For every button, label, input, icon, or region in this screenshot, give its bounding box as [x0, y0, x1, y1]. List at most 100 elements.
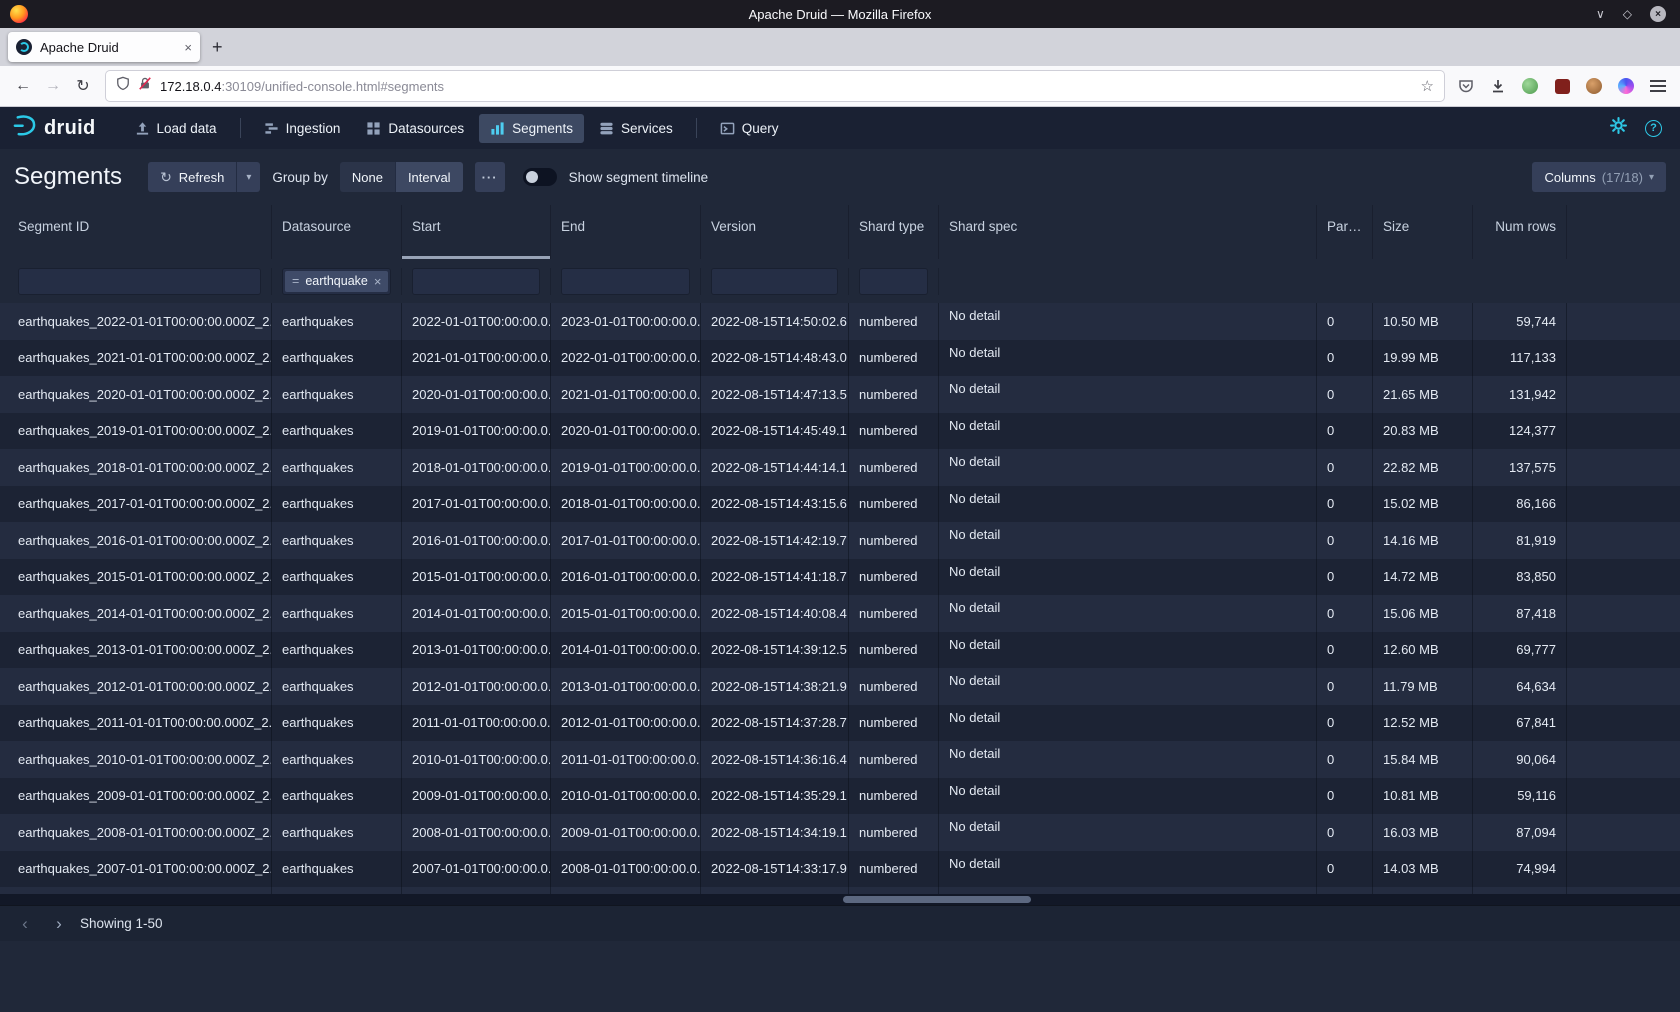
group-by-none-button[interactable]: None	[340, 162, 395, 192]
table-row[interactable]: earthquakes_2011-01-01T00:00:00.000Z_2..…	[0, 705, 1680, 742]
nav-segments[interactable]: Segments	[479, 114, 584, 143]
cell-shard_spec: No detail	[939, 303, 1317, 340]
refresh-dropdown-button[interactable]: ▾	[236, 162, 260, 192]
cell-partition: 0	[1317, 340, 1373, 377]
nav-datasources[interactable]: Datasources	[355, 114, 475, 143]
table-row[interactable]: earthquakes_2008-01-01T00:00:00.000Z_2..…	[0, 814, 1680, 851]
restore-icon[interactable]: ◇	[1623, 8, 1632, 20]
cell-id: earthquakes_2020-01-01T00:00:00.000Z_2..…	[0, 376, 272, 413]
pocket-save-icon[interactable]	[1452, 72, 1480, 100]
table-row[interactable]: earthquakes_2016-01-01T00:00:00.000Z_2..…	[0, 522, 1680, 559]
end-filter-input[interactable]	[561, 268, 690, 295]
filter-cell	[402, 268, 551, 295]
table-row[interactable]: earthquakes_2010-01-01T00:00:00.000Z_2..…	[0, 741, 1680, 778]
reload-button[interactable]: ↻	[68, 71, 98, 101]
version-filter-input[interactable]	[711, 268, 838, 295]
table-row[interactable]: earthquakes_2019-01-01T00:00:00.000Z_2..…	[0, 413, 1680, 450]
col-header-version[interactable]: Version	[701, 205, 849, 259]
extension-icon-1[interactable]	[1516, 72, 1544, 100]
table-row[interactable]: earthquakes_2017-01-01T00:00:00.000Z_2..…	[0, 486, 1680, 523]
new-tab-button[interactable]: +	[212, 37, 223, 58]
table-row[interactable]: earthquakes_2006-01-01T00:00:00.000Z_2..…	[0, 887, 1680, 894]
col-header-partition[interactable]: Partiti...	[1317, 205, 1373, 259]
nav-ingestion[interactable]: Ingestion	[253, 114, 352, 143]
table-row[interactable]: earthquakes_2020-01-01T00:00:00.000Z_2..…	[0, 376, 1680, 413]
browser-tab[interactable]: Apache Druid ×	[8, 32, 200, 62]
cell-filler	[1567, 376, 1680, 413]
cell-partition: 0	[1317, 705, 1373, 742]
menu-icon[interactable]	[1644, 72, 1672, 100]
chip-remove-icon[interactable]: ×	[374, 274, 382, 289]
table-row[interactable]: earthquakes_2015-01-01T00:00:00.000Z_2..…	[0, 559, 1680, 596]
col-header-shard-type[interactable]: Shard type	[849, 205, 939, 259]
cell-num_rows	[1473, 887, 1567, 894]
col-header-start[interactable]: Start	[402, 205, 551, 259]
cell-shard_type: numbered	[849, 595, 939, 632]
cell-filler	[1567, 449, 1680, 486]
col-header-segment-id[interactable]: Segment ID	[0, 205, 272, 259]
start-filter-input[interactable]	[412, 268, 540, 295]
minimize-icon[interactable]: ∨	[1596, 8, 1605, 20]
cell-num_rows: 69,777	[1473, 632, 1567, 669]
segment-id-filter-input[interactable]	[18, 268, 261, 295]
table-row[interactable]: earthquakes_2007-01-01T00:00:00.000Z_2..…	[0, 851, 1680, 888]
extension-icon-2[interactable]	[1548, 72, 1576, 100]
url-bar[interactable]: 172.18.0.4:30109/unified-console.html#se…	[106, 71, 1444, 101]
datasource-filter-chip[interactable]: = earthquake ×	[285, 271, 388, 292]
columns-button[interactable]: Columns (17/18) ▾	[1532, 162, 1666, 192]
druid-brand[interactable]: druid	[12, 114, 96, 142]
url-text[interactable]: 172.18.0.4:30109/unified-console.html#se…	[160, 79, 1413, 94]
col-header-shard-spec[interactable]: Shard spec	[939, 205, 1317, 259]
prev-page-button[interactable]: ‹	[12, 911, 38, 937]
cell-filler	[1567, 303, 1680, 340]
table-row[interactable]: earthquakes_2009-01-01T00:00:00.000Z_2..…	[0, 778, 1680, 815]
col-header-datasource[interactable]: Datasource	[272, 205, 402, 259]
filter-cell	[551, 268, 701, 295]
col-header-end[interactable]: End	[551, 205, 701, 259]
cell-datasource: earthquakes	[272, 778, 402, 815]
firefox-logo-icon	[10, 5, 28, 23]
shard-type-filter-input[interactable]	[859, 268, 928, 295]
insecure-lock-icon[interactable]	[138, 76, 152, 96]
more-options-button[interactable]: ···	[475, 162, 505, 192]
nav-query[interactable]: Query	[709, 114, 790, 143]
datasource-filter-input[interactable]: = earthquake ×	[282, 268, 391, 295]
cell-shard_type: numbered	[849, 851, 939, 888]
table-row[interactable]: earthquakes_2013-01-01T00:00:00.000Z_2..…	[0, 632, 1680, 669]
nav-services[interactable]: Services	[588, 114, 684, 143]
close-icon[interactable]: ×	[1650, 6, 1666, 22]
horizontal-scrollbar[interactable]	[0, 894, 1680, 905]
cell-shard_spec: No detail	[939, 668, 1317, 705]
table-row[interactable]: earthquakes_2014-01-01T00:00:00.000Z_2..…	[0, 595, 1680, 632]
nav-load-data[interactable]: Load data	[124, 114, 228, 143]
tracking-shield-icon[interactable]	[116, 76, 130, 96]
cell-start: 2020-01-01T00:00:00.0...	[402, 376, 551, 413]
cell-num_rows: 86,166	[1473, 486, 1567, 523]
downloads-icon[interactable]	[1484, 72, 1512, 100]
table-row[interactable]: earthquakes_2021-01-01T00:00:00.000Z_2..…	[0, 340, 1680, 377]
cell-end: 2014-01-01T00:00:00.0...	[551, 632, 701, 669]
scrollbar-thumb[interactable]	[843, 896, 1031, 903]
cell-shard_type: numbered	[849, 668, 939, 705]
forward-button[interactable]: →	[38, 71, 68, 101]
table-row[interactable]: earthquakes_2018-01-01T00:00:00.000Z_2..…	[0, 449, 1680, 486]
col-header-size[interactable]: Size	[1373, 205, 1473, 259]
table-row[interactable]: earthquakes_2022-01-01T00:00:00.000Z_2..…	[0, 303, 1680, 340]
group-by-interval-button[interactable]: Interval	[395, 162, 463, 192]
back-button[interactable]: ←	[8, 71, 38, 101]
col-header-num-rows[interactable]: Num rows	[1473, 205, 1567, 259]
next-page-button[interactable]: ›	[46, 911, 72, 937]
nav-segments-label: Segments	[512, 121, 573, 136]
cell-id: earthquakes_2017-01-01T00:00:00.000Z_2..…	[0, 486, 272, 523]
help-icon[interactable]: ?	[1645, 120, 1662, 137]
extension-icon-3[interactable]	[1580, 72, 1608, 100]
cell-num_rows: 83,850	[1473, 559, 1567, 596]
bookmark-star-icon[interactable]: ☆	[1421, 77, 1434, 95]
segment-timeline-toggle[interactable]	[523, 168, 557, 186]
refresh-button[interactable]: ↻ Refresh	[148, 162, 236, 192]
cell-partition: 0	[1317, 887, 1373, 894]
settings-gear-icon[interactable]	[1610, 117, 1627, 139]
table-row[interactable]: earthquakes_2012-01-01T00:00:00.000Z_2..…	[0, 668, 1680, 705]
extension-icon-4[interactable]	[1612, 72, 1640, 100]
tab-close-icon[interactable]: ×	[184, 40, 192, 55]
